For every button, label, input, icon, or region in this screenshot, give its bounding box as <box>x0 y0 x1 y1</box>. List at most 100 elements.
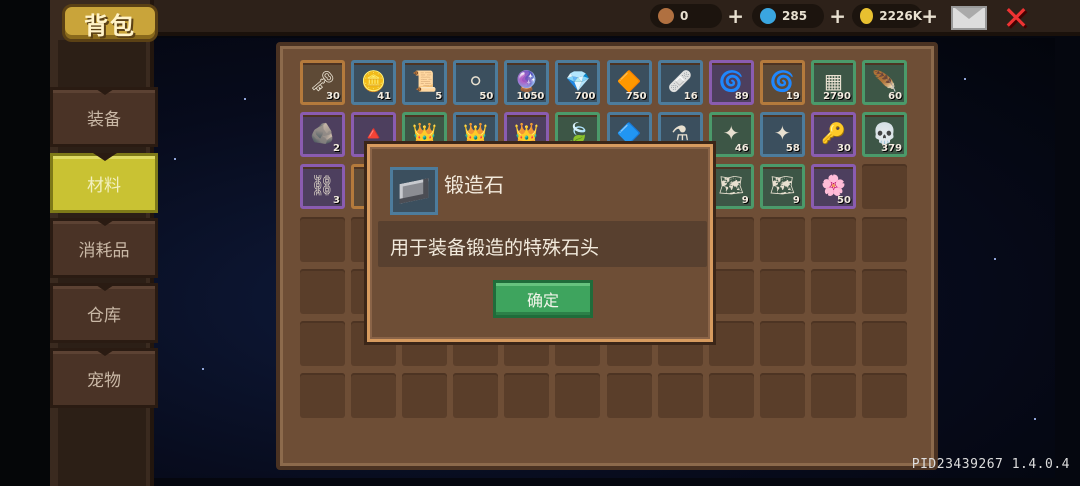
inventory-slot[interactable]: 🩹 16 <box>657 60 703 105</box>
inventory-slot[interactable] <box>555 373 601 419</box>
inventory-slot[interactable]: 💎 700 <box>555 60 601 105</box>
bag-title: 背包 <box>62 4 158 42</box>
inventory-slot[interactable] <box>453 373 499 419</box>
inventory-slot[interactable]: 🪨 2 <box>300 112 345 158</box>
tab-3[interactable]: 仓库 <box>50 283 158 343</box>
rune-icon: ✦ <box>722 120 740 145</box>
add-gems-button[interactable]: + <box>829 4 846 28</box>
tab-4[interactable]: 宠物 <box>50 348 158 408</box>
version-label: PID23439267 1.4.0.4 <box>911 457 1070 472</box>
ticket-icon <box>658 8 674 24</box>
inventory-slot[interactable] <box>862 373 908 419</box>
item-count: 2 <box>333 143 340 155</box>
inventory-slot[interactable] <box>810 373 856 419</box>
item-count: 700 <box>574 91 596 102</box>
add-tickets-button[interactable]: + <box>727 4 744 28</box>
tab-label: 仓库 <box>87 305 121 326</box>
inventory-slot[interactable]: 🌀 89 <box>708 60 754 105</box>
crown-icon: 👑 <box>412 120 438 145</box>
inventory-slot[interactable] <box>300 268 345 314</box>
resource-gems: 285 + <box>752 4 846 28</box>
chip-icon: ▦ <box>823 68 843 93</box>
inventory-slot[interactable]: ✦ 46 <box>708 112 754 158</box>
inventory-slot[interactable] <box>351 373 397 419</box>
item-info-dialog: 锻造石 用于装备锻造的特殊石头 确定 <box>367 144 713 342</box>
tab-2[interactable]: 消耗品 <box>50 218 158 278</box>
item-count: 9 <box>741 195 749 207</box>
tab-label: 宠物 <box>87 370 121 391</box>
inventory-slot[interactable] <box>657 373 703 419</box>
confirm-button[interactable]: 确定 <box>493 280 593 318</box>
inventory-slot[interactable] <box>759 216 805 262</box>
inventory-slot[interactable]: 🔶 750 <box>606 60 652 105</box>
inventory-slot[interactable]: 🗝 30 <box>300 60 345 105</box>
inventory-slot[interactable] <box>504 373 550 419</box>
item-count: 379 <box>881 143 903 155</box>
tab-notch <box>93 153 117 161</box>
inventory-slot[interactable]: 📜 5 <box>402 60 448 105</box>
inventory-slot[interactable] <box>810 320 856 366</box>
item-count: 46 <box>734 143 749 155</box>
item-count: 2790 <box>823 91 851 102</box>
tab-0[interactable]: 装备 <box>50 87 158 147</box>
leaf-icon: 🍃 <box>565 120 591 145</box>
inventory-slot[interactable] <box>300 320 345 366</box>
inventory-slot[interactable]: ▦ 2790 <box>810 60 856 105</box>
item-count: 60 <box>888 91 903 102</box>
tab-1[interactable]: 材料 <box>50 153 158 213</box>
inventory-slot[interactable] <box>862 320 908 366</box>
inventory-slot[interactable]: ✦ 58 <box>759 112 805 158</box>
add-gold-button[interactable]: + <box>921 4 938 28</box>
coin-icon: 🪙 <box>361 68 387 93</box>
item-count: 41 <box>377 91 392 102</box>
inventory-slot[interactable]: 💀 379 <box>862 112 908 158</box>
inventory-slot[interactable]: ⛓ 3 <box>300 164 345 210</box>
inventory-slot[interactable] <box>759 373 805 419</box>
inventory-slot[interactable]: 🔑 30 <box>810 112 856 158</box>
inventory-slot[interactable]: 🌸 50 <box>810 164 856 210</box>
inventory-slot[interactable] <box>862 164 908 210</box>
inventory-slot[interactable] <box>759 268 805 314</box>
inventory-slot[interactable]: 🪙 41 <box>351 60 397 105</box>
close-icon[interactable]: ✕ <box>1000 2 1032 35</box>
tab-notch <box>93 283 117 291</box>
item-count: 750 <box>625 91 647 102</box>
inventory-slot[interactable] <box>810 268 856 314</box>
map-icon: 🗺 <box>718 172 744 197</box>
mail-icon[interactable] <box>951 6 987 30</box>
left-border <box>0 0 50 486</box>
item-description: 用于装备锻造的特殊石头 <box>378 221 707 267</box>
item-name: 锻造石 <box>444 173 504 197</box>
inventory-slot[interactable]: ⚪ 50 <box>453 60 499 105</box>
tab-notch <box>93 87 117 95</box>
inventory-slot[interactable] <box>606 373 652 419</box>
item-count: 5 <box>435 91 443 102</box>
inventory-slot[interactable]: 🌀 19 <box>759 60 805 105</box>
crown-icon: 👑 <box>463 120 489 145</box>
inventory-slot[interactable] <box>708 373 754 419</box>
inventory-slot[interactable] <box>862 268 908 314</box>
gold-crystal-icon: 🔶 <box>616 68 642 93</box>
item-count: 19 <box>785 91 800 102</box>
inventory-slot[interactable]: 🗺 9 <box>759 164 805 210</box>
inventory-slot[interactable] <box>402 373 448 419</box>
inventory-slot[interactable] <box>708 216 754 262</box>
inventory-slot[interactable] <box>759 320 805 366</box>
inventory-slot[interactable] <box>708 320 754 366</box>
inventory-slot[interactable] <box>708 268 754 314</box>
inventory-slot[interactable]: 🪶 60 <box>862 60 908 105</box>
inventory-slot[interactable] <box>862 216 908 262</box>
flower-icon: 🌸 <box>820 172 846 197</box>
inventory-slot[interactable] <box>810 216 856 262</box>
forging-stone-icon <box>390 167 438 215</box>
item-count: 1050 <box>516 91 545 102</box>
map-icon: 🗺 <box>769 172 796 197</box>
gem-icon <box>760 8 776 24</box>
inventory-slot[interactable]: 🔮 1050 <box>504 60 550 105</box>
inventory-slot[interactable]: 🗺 9 <box>708 164 754 210</box>
tab-label: 材料 <box>87 175 121 196</box>
chain-icon: ⛓ <box>309 172 336 197</box>
tickets-value: 0 <box>680 9 689 23</box>
inventory-slot[interactable] <box>300 216 345 262</box>
inventory-slot[interactable] <box>300 373 345 419</box>
